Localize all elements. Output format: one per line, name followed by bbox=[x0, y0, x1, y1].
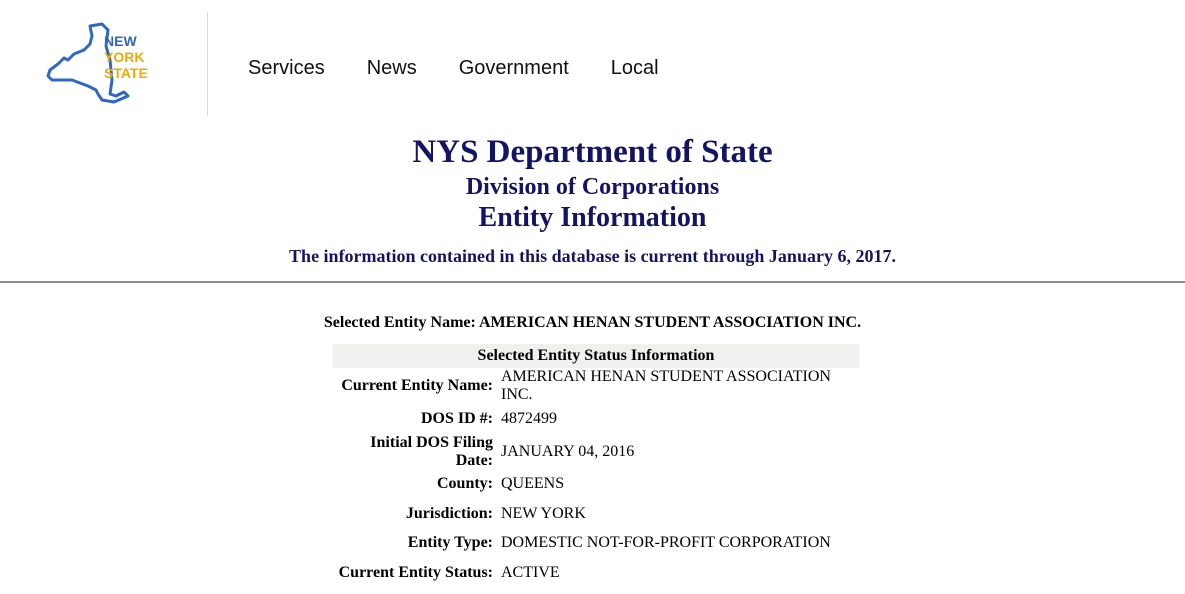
section-title: Entity Information bbox=[478, 202, 707, 233]
entity-type-value: DOMESTIC NOT-FOR-PROFIT CORPORATION bbox=[501, 534, 831, 552]
nav-services[interactable]: Services bbox=[248, 56, 325, 80]
status-table-header-row: Selected Entity Status Information bbox=[333, 344, 859, 368]
status-table-header: Selected Entity Status Information bbox=[333, 344, 859, 368]
table-row: County: QUEENS bbox=[333, 470, 859, 500]
dos-id-value: 4872499 bbox=[501, 409, 557, 427]
table-row: Initial DOS Filing Date: JANUARY 04, 201… bbox=[333, 434, 859, 470]
dos-id-label: DOS ID #: bbox=[420, 409, 493, 427]
county-label: County: bbox=[436, 475, 493, 493]
selected-entity-line: Selected Entity Name: AMERICAN HENAN STU… bbox=[0, 312, 1185, 334]
table-row: Jurisdiction: NEW YORK bbox=[333, 499, 859, 529]
entity-status-value: ACTIVE bbox=[501, 563, 560, 581]
entity-status-label: Current Entity Status: bbox=[338, 563, 493, 581]
main-nav: Services News Government Local bbox=[248, 56, 701, 80]
filing-date-label: Initial DOS Filing Date: bbox=[370, 433, 493, 469]
table-row: Entity Type: DOMESTIC NOT-FOR-PROFIT COR… bbox=[333, 529, 859, 559]
selected-entity-name: AMERICAN HENAN STUDENT ASSOCIATION INC. bbox=[478, 314, 862, 331]
logo-line-new: NEW bbox=[104, 33, 137, 49]
logo-divider bbox=[207, 12, 208, 116]
top-bar: NEW YORK STATE Services News Government … bbox=[0, 0, 1185, 120]
table-row: Current Entity Status: ACTIVE bbox=[333, 558, 859, 588]
entity-type-label: Entity Type: bbox=[407, 534, 493, 552]
logo-line-state: STATE bbox=[104, 65, 148, 81]
ny-state-logo[interactable]: NEW YORK STATE bbox=[44, 20, 160, 108]
filing-date-value: JANUARY 04, 2016 bbox=[501, 442, 635, 460]
selected-entity-label: Selected Entity Name: bbox=[323, 314, 476, 331]
logo-line-york: YORK bbox=[104, 49, 144, 65]
jurisdiction-label: Jurisdiction: bbox=[405, 504, 493, 522]
jurisdiction-value: NEW YORK bbox=[501, 504, 586, 522]
nav-news[interactable]: News bbox=[367, 56, 417, 80]
division-title: Division of Corporations bbox=[465, 174, 720, 200]
current-entity-name-label: Current Entity Name: bbox=[341, 377, 493, 394]
nav-local[interactable]: Local bbox=[611, 56, 659, 80]
table-row: DOS ID #: 4872499 bbox=[333, 404, 859, 434]
nav-government[interactable]: Government bbox=[459, 56, 569, 80]
county-value: QUEENS bbox=[501, 475, 565, 493]
header-divider bbox=[0, 281, 1185, 283]
current-entity-name-value: AMERICAN HENAN STUDENT ASSOCIATION INC. bbox=[501, 368, 831, 403]
page-title: NYS Department of State bbox=[412, 134, 773, 170]
page-header: NYS Department of State Division of Corp… bbox=[0, 132, 1185, 268]
ny-state-map-icon: NEW YORK STATE bbox=[46, 22, 148, 104]
database-currency-note: The information contained in this databa… bbox=[289, 246, 896, 266]
entity-status-table: Selected Entity Status Information Curre… bbox=[333, 344, 859, 588]
table-row: Current Entity Name: AMERICAN HENAN STUD… bbox=[333, 368, 859, 404]
entity-info-section: Selected Entity Name: AMERICAN HENAN STU… bbox=[0, 312, 1185, 581]
